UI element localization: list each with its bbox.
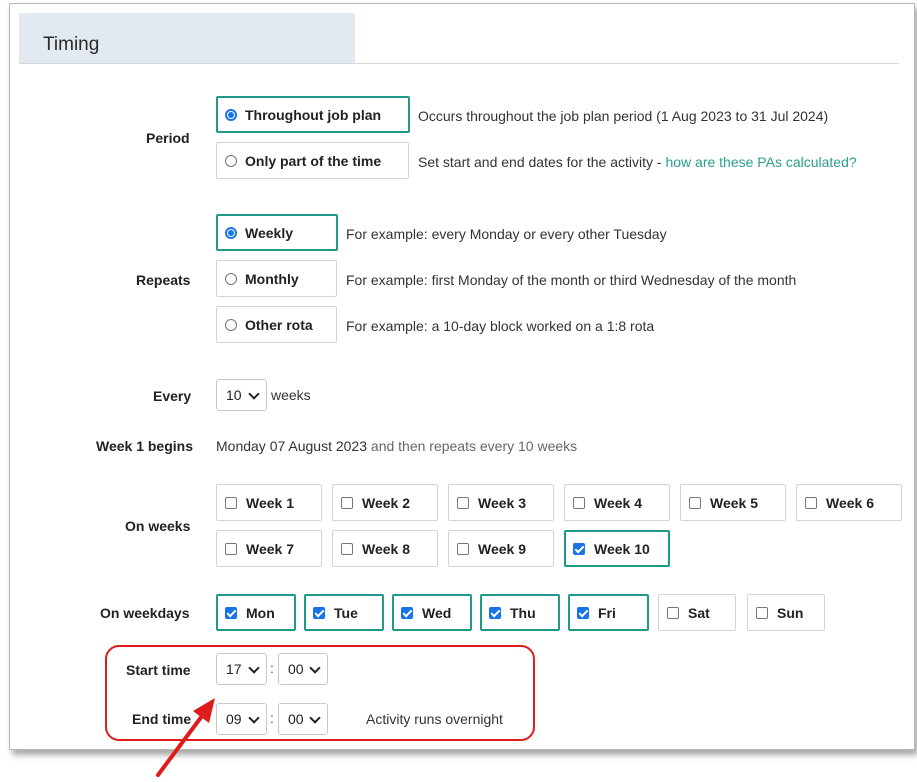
week-option-label: Week 1 xyxy=(246,494,294,511)
radio-unselected-icon[interactable] xyxy=(225,318,237,331)
week-option[interactable]: Week 7 xyxy=(216,530,322,567)
week1-text: Monday 07 August 2023 and then repeats e… xyxy=(216,438,577,454)
week-option[interactable]: Week 10 xyxy=(564,530,670,567)
week-option[interactable]: Week 6 xyxy=(796,484,902,521)
week-option[interactable]: Week 1 xyxy=(216,484,322,521)
week-option-label: Week 3 xyxy=(478,494,526,511)
week-option-label: Week 7 xyxy=(246,540,294,557)
period-option-label: Only part of the time xyxy=(245,152,382,169)
repeats-option-label: Monthly xyxy=(245,270,299,287)
radio-unselected-icon[interactable] xyxy=(225,272,237,285)
pa-calculation-link[interactable]: how are these PAs calculated? xyxy=(665,154,856,170)
week1-label: Week 1 begins xyxy=(96,438,194,454)
weekday-option-label: Tue xyxy=(334,604,358,621)
week-option[interactable]: Week 9 xyxy=(448,530,554,567)
repeats-option-label: Weekly xyxy=(245,224,293,241)
every-weeks-select[interactable]: 10 xyxy=(216,379,267,411)
repeats-label: Repeats xyxy=(136,272,191,288)
every-value: 10 xyxy=(226,387,242,403)
checkbox-checked-icon[interactable] xyxy=(401,606,413,619)
period-desc-throughout: Occurs throughout the job plan period (1… xyxy=(418,108,829,124)
week-option-label: Week 4 xyxy=(594,494,642,511)
checkbox-checked-icon[interactable] xyxy=(313,606,325,619)
radio-selected-icon[interactable] xyxy=(225,108,237,121)
header-divider xyxy=(19,63,899,64)
checkbox-unchecked-icon[interactable] xyxy=(341,542,353,555)
week1-date: Monday 07 August 2023 xyxy=(216,438,368,454)
checkbox-unchecked-icon[interactable] xyxy=(341,496,353,509)
repeats-option-other-rota[interactable]: Other rota xyxy=(216,306,337,343)
pointer-arrow-icon xyxy=(156,698,215,777)
checkbox-unchecked-icon[interactable] xyxy=(756,606,768,619)
period-option-throughout[interactable]: Throughout job plan xyxy=(216,96,410,133)
checkbox-unchecked-icon[interactable] xyxy=(225,542,237,555)
week1-suffix: and then repeats every 10 weeks xyxy=(367,438,578,454)
period-option-part-time[interactable]: Only part of the time xyxy=(216,142,409,179)
week-option[interactable]: Week 5 xyxy=(680,484,786,521)
on-weekdays-label: On weekdays xyxy=(100,605,190,621)
checkbox-unchecked-icon[interactable] xyxy=(573,496,585,509)
radio-unselected-icon[interactable] xyxy=(225,154,237,167)
week-option[interactable]: Week 4 xyxy=(564,484,670,521)
week-option[interactable]: Week 3 xyxy=(448,484,554,521)
checkbox-checked-icon[interactable] xyxy=(489,606,501,619)
weekday-option-mon[interactable]: Mon xyxy=(216,594,296,631)
week-option-label: Week 5 xyxy=(710,494,758,511)
checkbox-unchecked-icon[interactable] xyxy=(225,496,237,509)
checkbox-unchecked-icon[interactable] xyxy=(667,606,679,619)
weekday-option-tue[interactable]: Tue xyxy=(304,594,384,631)
repeats-option-monthly[interactable]: Monthly xyxy=(216,260,337,297)
repeats-option-weekly[interactable]: Weekly xyxy=(216,214,338,251)
checkbox-unchecked-icon[interactable] xyxy=(689,496,701,509)
weekday-option-label: Wed xyxy=(422,604,452,621)
weekday-option-thu[interactable]: Thu xyxy=(480,594,560,631)
checkbox-checked-icon[interactable] xyxy=(573,542,585,555)
period-label: Period xyxy=(146,130,190,146)
section-title: Timing xyxy=(43,34,100,55)
section-header: Timing xyxy=(19,13,355,64)
week-option-label: Week 10 xyxy=(594,540,650,557)
on-weeks-label: On weeks xyxy=(125,518,191,534)
week-option[interactable]: Week 8 xyxy=(332,530,438,567)
chevron-down-icon xyxy=(248,388,260,400)
weekday-option-sun[interactable]: Sun xyxy=(747,594,825,631)
every-unit: weeks xyxy=(271,387,311,403)
weekday-option-wed[interactable]: Wed xyxy=(392,594,472,631)
checkbox-unchecked-icon[interactable] xyxy=(457,542,469,555)
period-option-label: Throughout job plan xyxy=(245,106,382,123)
checkbox-checked-icon[interactable] xyxy=(225,606,237,619)
period-desc-text: Set start and end dates for the activity… xyxy=(418,154,666,170)
week-option[interactable]: Week 2 xyxy=(332,484,438,521)
weekday-option-label: Fri xyxy=(598,604,616,621)
weekday-option-label: Thu xyxy=(510,604,536,621)
weekday-option-label: Sun xyxy=(777,604,804,621)
week-option-label: Week 8 xyxy=(362,540,410,557)
every-label: Every xyxy=(153,388,192,404)
weekday-option-sat[interactable]: Sat xyxy=(658,594,736,631)
period-desc-part-time: Set start and end dates for the activity… xyxy=(418,154,857,170)
weekday-option-label: Mon xyxy=(246,604,275,621)
week-option-label: Week 6 xyxy=(826,494,874,511)
repeats-desc-weekly: For example: every Monday or every other… xyxy=(346,226,667,242)
radio-selected-icon[interactable] xyxy=(225,226,237,239)
checkbox-unchecked-icon[interactable] xyxy=(457,496,469,509)
checkbox-unchecked-icon[interactable] xyxy=(805,496,817,509)
repeats-desc-monthly: For example: first Monday of the month o… xyxy=(346,272,797,288)
week-option-label: Week 9 xyxy=(478,540,526,557)
weekday-option-fri[interactable]: Fri xyxy=(568,594,649,631)
repeats-desc-other-rota: For example: a 10-day block worked on a … xyxy=(346,318,655,334)
week-option-label: Week 2 xyxy=(362,494,410,511)
weekday-option-label: Sat xyxy=(688,604,710,621)
repeats-option-label: Other rota xyxy=(245,316,313,333)
checkbox-checked-icon[interactable] xyxy=(577,606,589,619)
